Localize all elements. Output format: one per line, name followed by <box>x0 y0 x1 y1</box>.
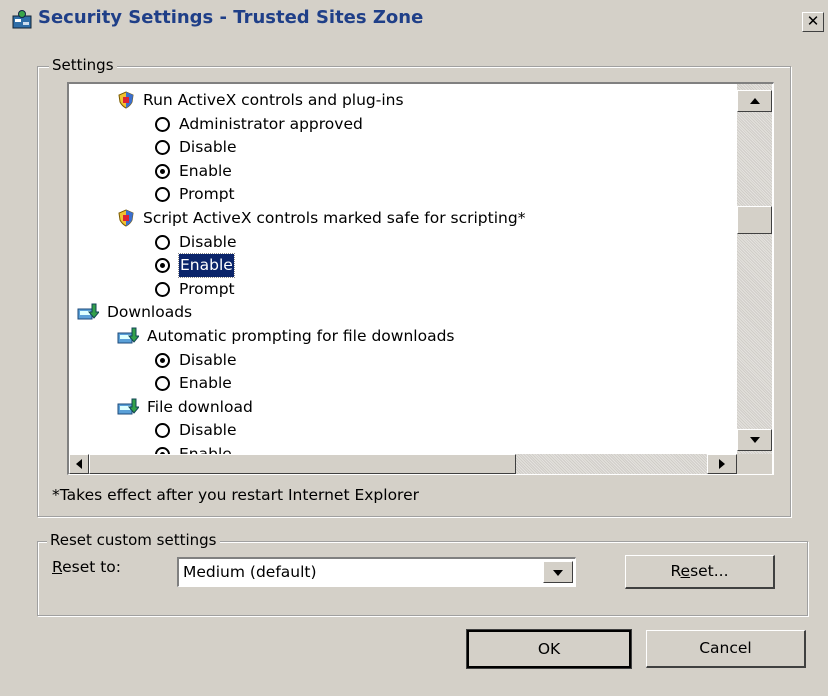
reset-group-label: Reset custom settings <box>47 531 220 549</box>
download-icon <box>117 327 139 344</box>
dropdown-button[interactable] <box>543 561 573 583</box>
row-label: Enable <box>179 374 232 393</box>
radio-button[interactable] <box>155 234 170 250</box>
reset-to-label: Reset to: <box>52 558 121 576</box>
reset-button-rest: set... <box>690 562 729 580</box>
close-button[interactable]: ✕ <box>802 12 824 32</box>
row-label: Script ActiveX controls marked safe for … <box>143 209 526 227</box>
reset-to-mnemonic: R <box>52 558 63 576</box>
row-label: Disable <box>179 232 237 251</box>
scrollbar-corner <box>737 454 772 474</box>
security-settings-icon <box>12 10 32 29</box>
scroll-right-button[interactable] <box>707 454 737 474</box>
row-label: Prompt <box>179 185 235 204</box>
row-label: Prompt <box>179 279 235 298</box>
scroll-thumb[interactable] <box>737 206 772 234</box>
cancel-button[interactable]: Cancel <box>646 630 806 668</box>
radio-button[interactable] <box>155 281 170 297</box>
radio-button[interactable] <box>155 376 170 392</box>
ok-label: OK <box>537 640 561 658</box>
close-icon: ✕ <box>806 12 820 30</box>
row-label: Downloads <box>107 303 193 322</box>
title-bar: Security Settings - Trusted Sites Zone ✕ <box>0 0 828 34</box>
window-title: Security Settings - Trusted Sites Zone <box>38 7 424 28</box>
row-label: Disable <box>179 350 237 369</box>
row-label: Enable <box>179 161 232 180</box>
restart-note: *Takes effect after you restart Internet… <box>52 486 419 504</box>
download-icon <box>77 303 99 320</box>
horizontal-scrollbar[interactable] <box>69 454 737 474</box>
scroll-up-button[interactable] <box>737 90 772 112</box>
settings-group-label: Settings <box>49 56 117 74</box>
download-icon <box>117 398 139 415</box>
cancel-label: Cancel <box>699 639 752 657</box>
radio-button[interactable] <box>155 116 170 132</box>
ok-button[interactable]: OK <box>466 629 632 669</box>
reset-level-value: Medium (default) <box>183 563 317 581</box>
chevron-down-icon <box>553 570 563 576</box>
radio-button[interactable] <box>155 423 170 439</box>
shield-icon <box>118 209 134 227</box>
reset-level-dropdown[interactable]: Medium (default) <box>177 557 576 587</box>
row-label: Disable <box>179 138 237 157</box>
reset-to-rest: eset to: <box>62 558 122 576</box>
arrow-left-icon <box>76 459 82 469</box>
row-label: Run ActiveX controls and plug-ins <box>143 91 404 109</box>
row-label: Automatic prompting for file downloads <box>147 327 455 345</box>
radio-button[interactable] <box>155 163 170 179</box>
arrow-right-icon <box>719 459 725 469</box>
scroll-down-button[interactable] <box>737 429 772 451</box>
radio-button[interactable] <box>155 187 170 203</box>
radio-button[interactable] <box>155 140 170 156</box>
radio-button[interactable] <box>155 352 170 368</box>
scroll-left-button[interactable] <box>69 454 89 474</box>
shield-icon <box>118 91 134 109</box>
row-label: Enable <box>178 253 235 279</box>
vertical-scrollbar[interactable] <box>737 84 772 454</box>
row-label: File download <box>147 397 253 416</box>
row-label: Administrator approved <box>179 114 363 133</box>
arrow-down-icon <box>749 437 760 443</box>
settings-list[interactable]: Run ActiveX controls and plug-ins Adminis… <box>67 82 774 475</box>
row-label: Disable <box>179 421 237 440</box>
reset-button[interactable]: Reset... <box>625 555 775 589</box>
reset-button-mnemonic: e <box>680 562 691 580</box>
arrow-up-icon <box>749 98 760 104</box>
reset-button-pre: R <box>670 562 681 580</box>
radio-button[interactable] <box>155 258 170 274</box>
horizontal-scroll-thumb[interactable] <box>89 454 516 474</box>
